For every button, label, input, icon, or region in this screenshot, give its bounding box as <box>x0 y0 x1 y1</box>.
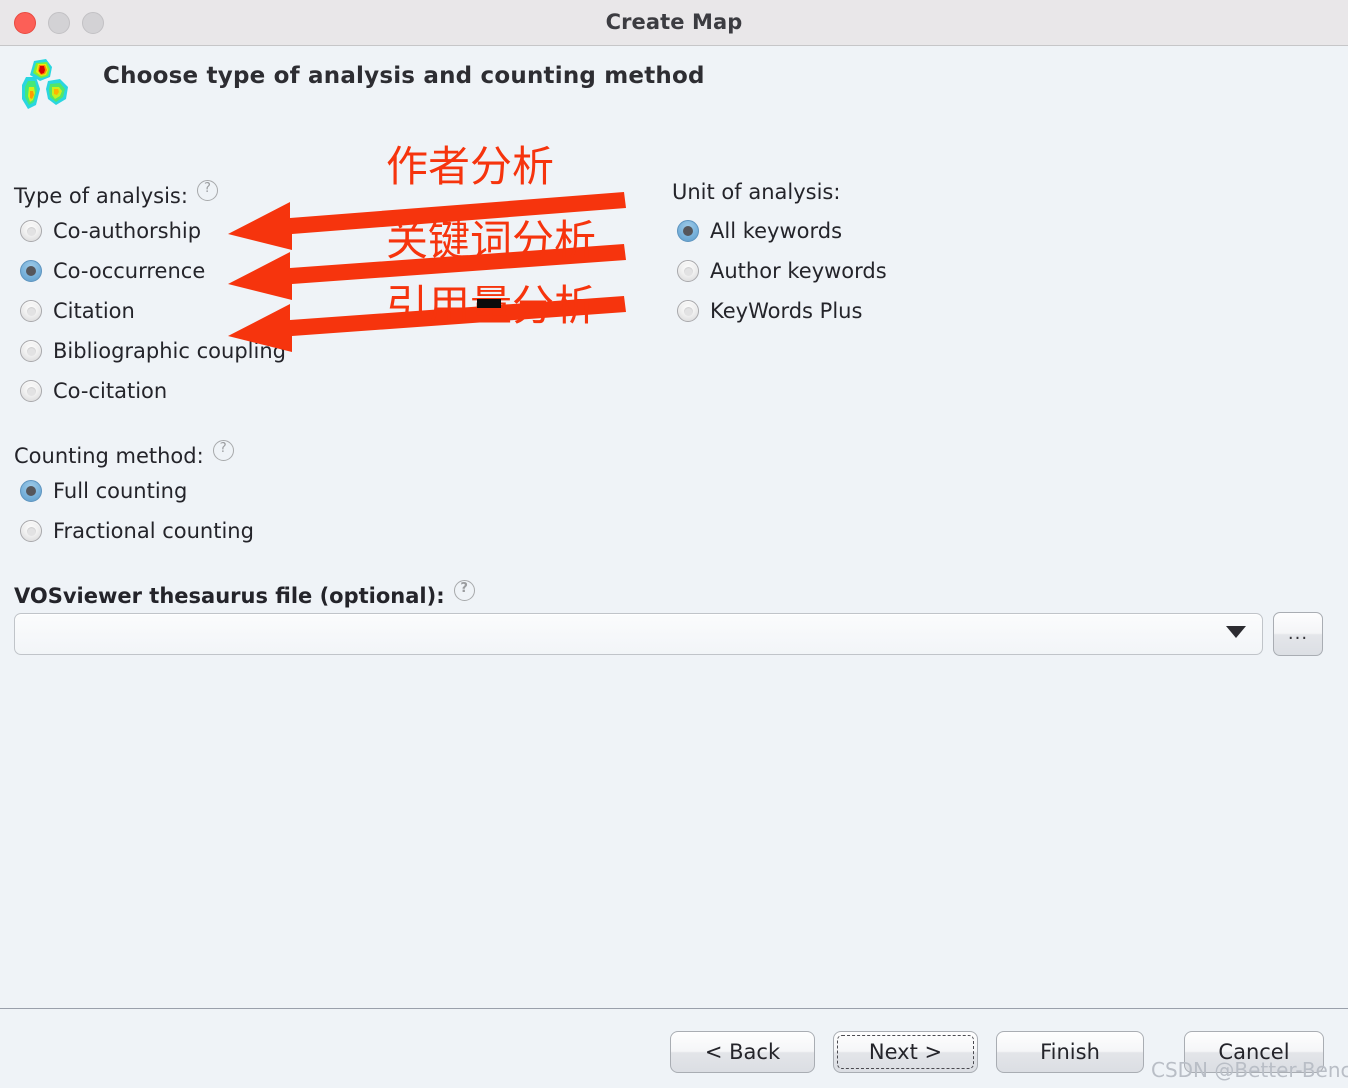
radio-co-authorship[interactable]: Co-authorship <box>20 216 201 246</box>
radio-indicator[interactable] <box>20 480 42 502</box>
counting-method-label-text: Counting method: <box>14 444 204 468</box>
vosviewer-heatmap-logo <box>22 59 68 109</box>
type-of-analysis-label-text: Type of analysis: <box>14 184 188 208</box>
radio-all-keywords[interactable]: All keywords <box>677 216 842 246</box>
radio-citation[interactable]: Citation <box>20 296 135 326</box>
radio-label: Citation <box>53 299 135 323</box>
thesaurus-browse-button[interactable]: ... <box>1273 612 1323 656</box>
page-title: Choose type of analysis and counting met… <box>103 63 705 89</box>
annotation-author-analysis: 作者分析 <box>386 142 555 191</box>
radio-keywords-plus[interactable]: KeyWords Plus <box>677 296 862 326</box>
counting-method-label: Counting method: <box>14 439 234 468</box>
radio-label: Co-citation <box>53 379 168 403</box>
radio-label: KeyWords Plus <box>710 299 863 323</box>
help-icon-type-of-analysis[interactable] <box>196 179 218 201</box>
radio-label: All keywords <box>710 219 843 243</box>
radio-co-citation[interactable]: Co-citation <box>20 376 167 406</box>
thesaurus-label-text: VOSviewer thesaurus file (optional): <box>14 584 445 608</box>
create-map-dialog: Create Map Choose type of analysis and c… <box>0 0 1348 1088</box>
help-icon-thesaurus[interactable] <box>453 579 475 601</box>
help-icon-counting-method[interactable] <box>212 439 234 461</box>
radio-label: Co-authorship <box>53 219 202 243</box>
radio-fractional-counting[interactable]: Fractional counting <box>20 516 254 546</box>
unit-of-analysis-label: Unit of analysis: <box>672 180 840 204</box>
annotation-keyword-analysis: 关键词分析 <box>386 216 597 265</box>
type-of-analysis-label: Type of analysis: <box>14 179 218 208</box>
radio-label: Co-occurrence <box>53 259 206 283</box>
next-button[interactable]: Next > <box>833 1031 978 1073</box>
radio-indicator[interactable] <box>677 300 699 322</box>
thesaurus-label: VOSviewer thesaurus file (optional): <box>14 579 475 608</box>
radio-label: Author keywords <box>710 259 887 283</box>
radio-label: Fractional counting <box>53 519 254 543</box>
title-bar: Create Map <box>0 0 1348 46</box>
radio-indicator[interactable] <box>677 260 699 282</box>
radio-indicator[interactable] <box>20 300 42 322</box>
footer-divider <box>0 1008 1348 1009</box>
radio-indicator[interactable] <box>20 340 42 362</box>
radio-full-counting[interactable]: Full counting <box>20 476 187 506</box>
radio-author-keywords[interactable]: Author keywords <box>677 256 887 286</box>
radio-label: Full counting <box>53 479 188 503</box>
radio-co-occurrence[interactable]: Co-occurrence <box>20 256 205 286</box>
chevron-down-icon[interactable] <box>1226 626 1246 638</box>
radio-indicator[interactable] <box>20 520 42 542</box>
unit-of-analysis-label-text: Unit of analysis: <box>672 180 841 204</box>
thesaurus-file-combobox[interactable] <box>14 613 1263 655</box>
watermark: CSDN @Better-Bench <box>1151 1058 1348 1082</box>
radio-indicator[interactable] <box>677 220 699 242</box>
dialog-header: Choose type of analysis and counting met… <box>0 47 1348 115</box>
cursor-mark <box>477 299 501 308</box>
radio-indicator[interactable] <box>20 220 42 242</box>
radio-indicator[interactable] <box>20 260 42 282</box>
back-button[interactable]: < Back <box>670 1031 815 1073</box>
window-title: Create Map <box>605 10 743 34</box>
finish-button[interactable]: Finish <box>996 1031 1144 1073</box>
radio-indicator[interactable] <box>20 380 42 402</box>
